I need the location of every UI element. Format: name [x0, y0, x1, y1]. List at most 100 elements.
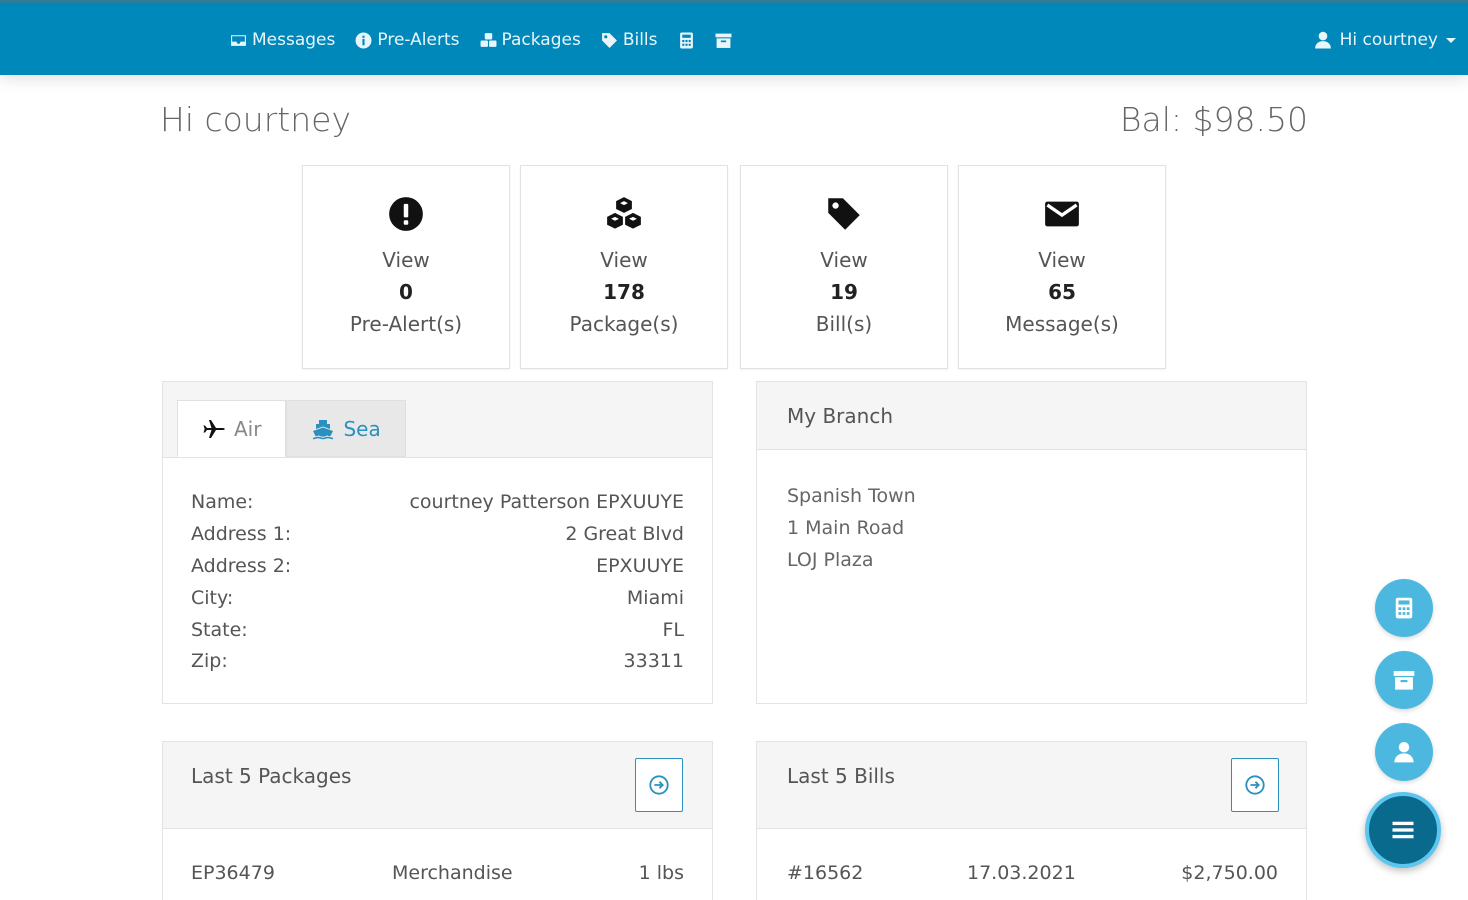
- field-label: City:: [191, 587, 234, 609]
- arrow-circle-right-icon: [649, 775, 669, 795]
- field-value: Miami: [626, 587, 684, 609]
- stat-count: 65: [1048, 280, 1076, 304]
- archive-icon: [1393, 671, 1415, 690]
- nav-prealerts-label: Pre-Alerts: [377, 30, 460, 50]
- address-row-name: Name: courtney Patterson EPXUUYE: [191, 491, 684, 513]
- inbox-icon: [231, 34, 246, 46]
- field-value: EPXUUYE: [596, 555, 684, 577]
- branch-line: LOJ Plaza: [787, 549, 874, 571]
- tab-sea-label: Sea: [343, 416, 381, 441]
- address-row-address2: Address 2: EPXUUYE: [191, 555, 684, 577]
- field-label: State:: [191, 619, 248, 641]
- stat-label: Message(s): [1005, 312, 1119, 336]
- field-label: Address 2:: [191, 555, 292, 577]
- caret-down-icon: [1446, 37, 1456, 43]
- bills-panel-header: Last 5 Bills: [757, 742, 1306, 829]
- archive-icon: [715, 33, 731, 48]
- page-greeting: Hi courtney: [160, 100, 351, 139]
- field-label: Address 1:: [191, 523, 292, 545]
- cubes-icon: [480, 32, 496, 47]
- envelope-icon: [1045, 201, 1079, 227]
- package-row-id: EP36479: [191, 862, 275, 884]
- address-panel-header: Air Sea: [163, 382, 712, 458]
- account-balance: Bal: $98.50: [1119, 100, 1308, 139]
- arrow-circle-right-icon: [1245, 775, 1265, 795]
- nav-messages-label: Messages: [252, 30, 336, 50]
- nav-archive[interactable]: [715, 32, 732, 49]
- address-row-city: City: Miami: [191, 587, 684, 609]
- ship-icon: [313, 419, 334, 439]
- address-row-address1: Address 1: 2 Great Blvd: [191, 523, 684, 545]
- user-icon: [1394, 741, 1414, 763]
- field-value: 2 Great Blvd: [565, 523, 684, 545]
- nav-packages[interactable]: Packages: [480, 30, 581, 50]
- user-menu[interactable]: Hi courtney: [1314, 30, 1456, 50]
- field-value: 33311: [623, 650, 684, 672]
- stat-label: Pre-Alert(s): [349, 312, 463, 336]
- field-value: courtney Patterson EPXUUYE: [409, 491, 684, 513]
- nav-bills-label: Bills: [622, 30, 658, 50]
- address-row-state: State: FL: [191, 619, 684, 641]
- field-label: Name:: [191, 491, 254, 513]
- stat-card-bills[interactable]: View 19 Bill(s): [740, 165, 948, 369]
- fab-calculator[interactable]: [1375, 579, 1433, 637]
- field-value: FL: [662, 619, 684, 641]
- stat-view-label: View: [382, 248, 430, 272]
- branch-line: Spanish Town: [787, 485, 916, 507]
- stat-count: 0: [399, 280, 413, 304]
- calculator-icon: [679, 32, 693, 48]
- nav-messages[interactable]: Messages: [230, 30, 335, 50]
- tab-sea[interactable]: Sea: [286, 400, 406, 457]
- bill-row-id: #16562: [787, 862, 864, 884]
- shipping-tabs: Air Sea: [177, 400, 406, 457]
- calculator-icon: [1395, 597, 1413, 619]
- exclamation-circle-icon: [389, 197, 423, 231]
- stat-count: 19: [830, 280, 858, 304]
- view-all-packages-button[interactable]: [635, 758, 683, 812]
- plane-icon: [203, 419, 225, 438]
- branch-address: Spanish Town 1 Main Road LOJ Plaza: [787, 480, 916, 576]
- stat-card-packages[interactable]: View 178 Package(s): [520, 165, 728, 369]
- tags-icon: [601, 32, 617, 48]
- branch-panel-title: My Branch: [787, 404, 893, 428]
- shipping-address-panel: Air Sea Name: courtney Patterson EPXUUYE …: [162, 381, 713, 704]
- last-packages-panel: Last 5 Packages EP36479 Merchandise 1 lb…: [162, 741, 713, 900]
- branch-panel: My Branch Spanish Town 1 Main Road LOJ P…: [756, 381, 1307, 704]
- branch-panel-header: My Branch: [757, 382, 1306, 450]
- bills-panel-title: Last 5 Bills: [787, 764, 895, 788]
- branch-line: 1 Main Road: [787, 517, 905, 539]
- nav-bills[interactable]: Bills: [601, 30, 658, 50]
- package-row-type: Merchandise: [392, 862, 513, 884]
- tab-air[interactable]: Air: [177, 400, 287, 457]
- stat-label: Bill(s): [815, 312, 873, 336]
- nav-prealerts[interactable]: Pre-Alerts: [355, 30, 460, 50]
- field-label: Zip:: [191, 650, 228, 672]
- top-navbar: Messages Pre-Alerts Packages Bills Hi co…: [0, 0, 1468, 75]
- last-bills-panel: Last 5 Bills #16562 17.03.2021 $2,750.00: [756, 741, 1307, 900]
- stat-label: Package(s): [569, 312, 679, 336]
- packages-panel-title: Last 5 Packages: [191, 764, 352, 788]
- info-circle-icon: [355, 32, 372, 48]
- user-icon: [1314, 31, 1331, 49]
- stat-card-prealerts[interactable]: View 0 Pre-Alert(s): [302, 165, 510, 369]
- fab-archive[interactable]: [1375, 651, 1433, 709]
- bill-row-date: 17.03.2021: [967, 862, 1076, 884]
- user-menu-label: Hi courtney: [1339, 30, 1438, 50]
- view-all-bills-button[interactable]: [1231, 758, 1279, 812]
- package-row-weight: 1 lbs: [638, 862, 684, 884]
- stat-count: 178: [603, 280, 645, 304]
- nav-calculator[interactable]: [678, 32, 695, 49]
- stat-view-label: View: [1038, 248, 1086, 272]
- nav-packages-label: Packages: [501, 30, 581, 50]
- cubes-icon: [607, 197, 641, 229]
- main-nav: Messages Pre-Alerts Packages Bills: [230, 30, 732, 50]
- stat-card-messages[interactable]: View 65 Message(s): [958, 165, 1166, 369]
- fab-menu-toggle[interactable]: [1365, 792, 1441, 868]
- stat-view-label: View: [820, 248, 868, 272]
- packages-panel-header: Last 5 Packages: [163, 742, 712, 829]
- address-row-zip: Zip: 33311: [191, 650, 684, 672]
- tab-air-label: Air: [234, 416, 262, 441]
- fab-user[interactable]: [1375, 723, 1433, 781]
- stat-view-label: View: [600, 248, 648, 272]
- bill-row-amount: $2,750.00: [1181, 862, 1278, 884]
